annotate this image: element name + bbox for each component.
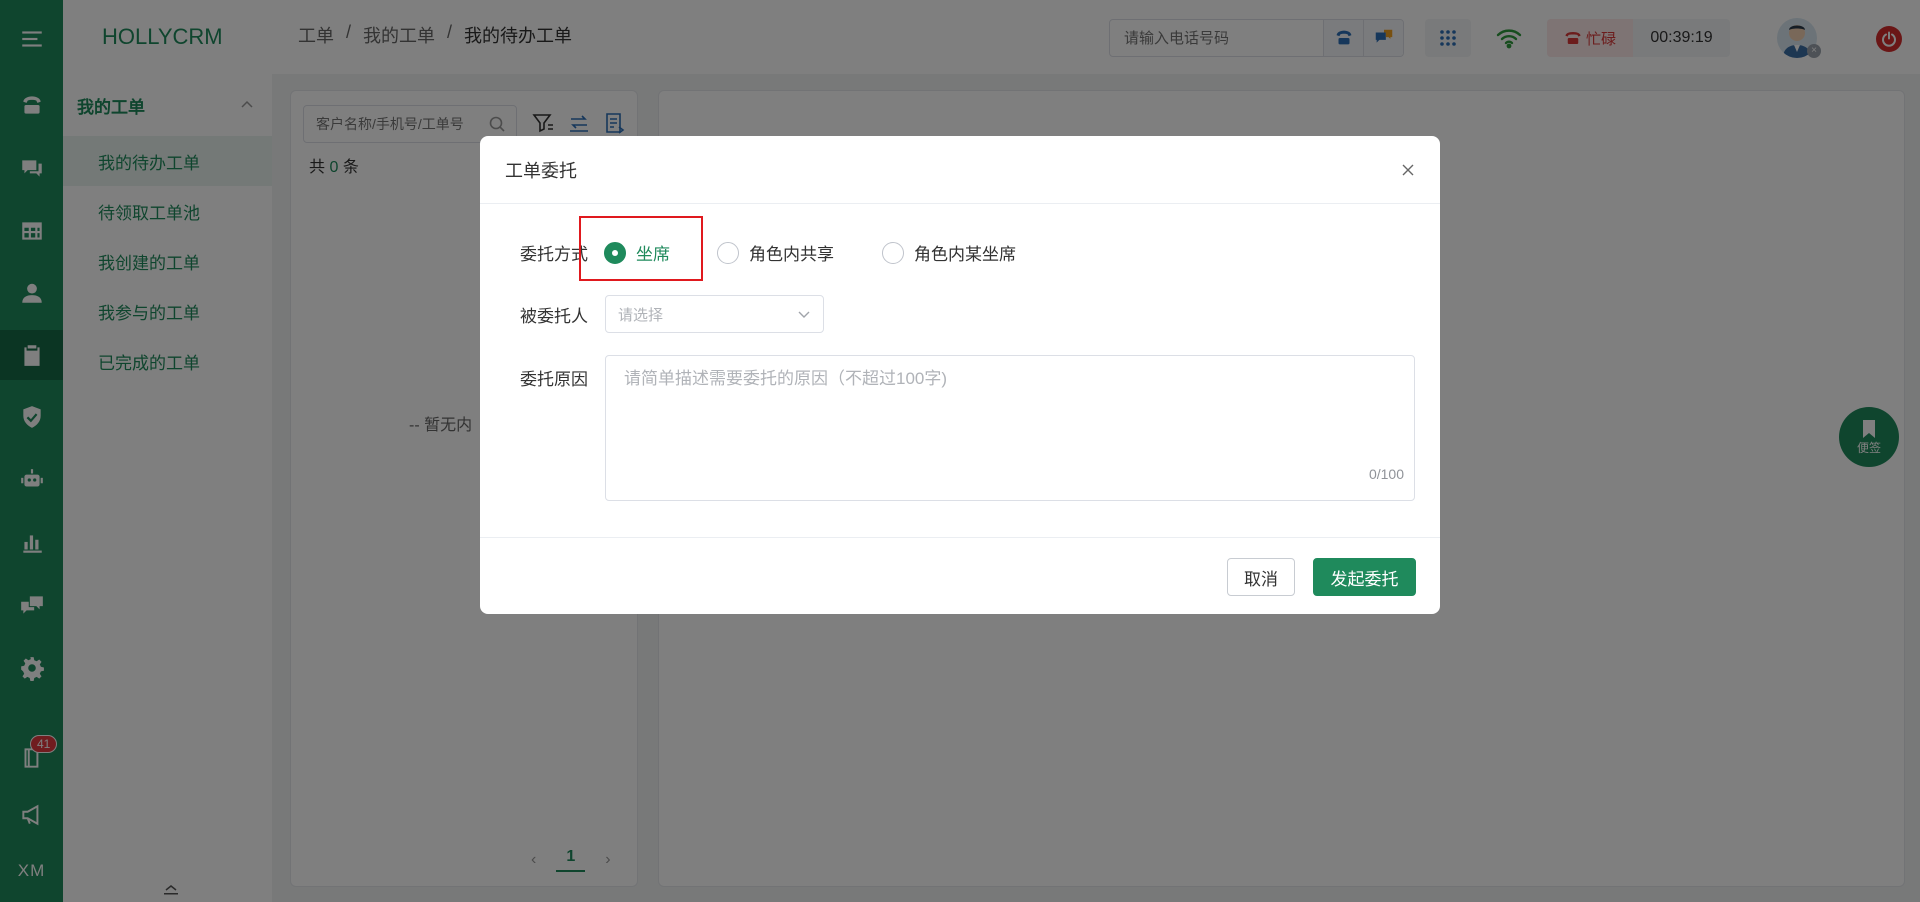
radio-label: 角色内某坐席 (914, 245, 1016, 264)
cancel-button[interactable]: 取消 (1227, 558, 1295, 596)
radio-label: 角色内共享 (749, 245, 834, 264)
radio-dot (717, 241, 739, 264)
assignee-label: 被委托人 (520, 307, 588, 326)
radio-role-agent[interactable]: 角色内某坐席 (882, 240, 1016, 265)
char-counter: 0/100 (1368, 466, 1404, 482)
close-icon[interactable] (1400, 162, 1416, 178)
reason-label: 委托原因 (520, 370, 588, 389)
radio-dot (604, 241, 626, 264)
reason-textarea[interactable]: 请简单描述需要委托的原因（不超过100字) 0/100 (605, 355, 1415, 501)
assignee-select[interactable]: 请选择 (605, 295, 824, 333)
dialog-title: 工单委托 (505, 160, 577, 181)
radio-dot (882, 241, 904, 264)
reason-placeholder: 请简单描述需要委托的原因（不超过100字) (624, 369, 948, 388)
dialog-footer: 取消 发起委托 (480, 537, 1440, 614)
radio-role-shared[interactable]: 角色内共享 (717, 240, 834, 265)
dialog-header: 工单委托 (480, 136, 1440, 204)
radio-agent[interactable]: 坐席 (604, 240, 670, 265)
mode-label: 委托方式 (520, 245, 588, 264)
radio-label: 坐席 (636, 245, 670, 264)
chevron-down-icon (798, 311, 810, 318)
assignee-placeholder: 请选择 (618, 306, 664, 324)
submit-delegate-button[interactable]: 发起委托 (1313, 558, 1416, 596)
delegate-order-dialog: 工单委托 委托方式 坐席 角色内共享 角色内某坐席 被委托人 请选择 委托原因 … (480, 136, 1440, 614)
